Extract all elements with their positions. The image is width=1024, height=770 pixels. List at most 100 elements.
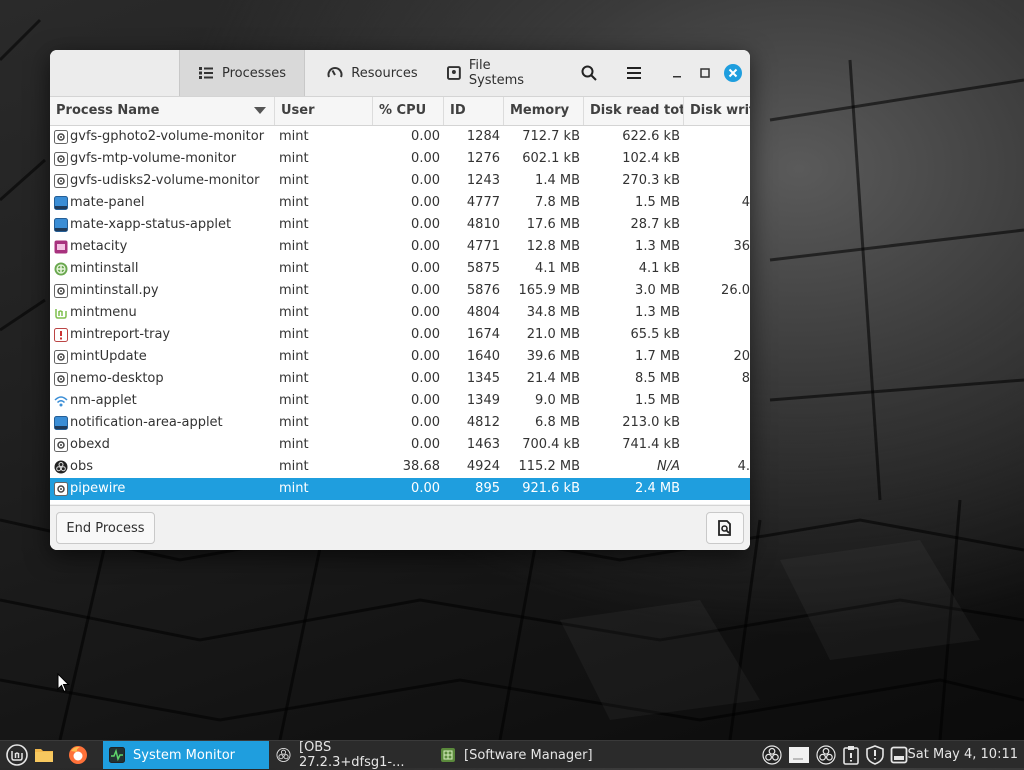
tray-obs-2[interactable] — [814, 741, 838, 769]
process-user: mint — [279, 481, 309, 496]
process-disk-read: 1.3 MB — [635, 305, 680, 320]
column-label: Process Name — [56, 103, 160, 118]
column-id[interactable]: ID — [444, 97, 504, 125]
software-manager-icon — [54, 262, 68, 276]
process-id: 5875 — [466, 261, 500, 276]
software-manager-icon — [441, 748, 455, 762]
process-name: gvfs-udisks2-volume-monitor — [70, 173, 260, 188]
process-memory: 39.6 MB — [526, 349, 580, 364]
process-cpu: 0.00 — [411, 173, 440, 188]
process-row[interactable]: metacity mint 0.00 4771 12.8 MB 1.3 MB 36 — [50, 236, 750, 258]
process-disk-read: 1.5 MB — [635, 195, 680, 210]
tab-resources[interactable]: Resources — [310, 50, 435, 96]
process-memory: 4.1 MB — [535, 261, 580, 276]
tray-notes[interactable] — [787, 741, 811, 769]
panel-icon — [54, 218, 68, 232]
gear-icon — [54, 482, 68, 496]
process-user: mint — [279, 261, 309, 276]
process-user: mint — [279, 283, 309, 298]
tray-obs-1[interactable] — [760, 741, 784, 769]
process-properties-button[interactable] — [706, 512, 744, 544]
shield-icon — [866, 745, 884, 765]
process-row[interactable]: mate-xapp-status-applet mint 0.00 4810 17.6 … — [50, 214, 750, 236]
process-id: 4812 — [466, 415, 500, 430]
mint-menu-icon — [54, 306, 68, 320]
search-button[interactable] — [577, 61, 601, 85]
tab-resources-label: Resources — [351, 65, 418, 81]
process-row[interactable]: pipewire mint 0.00 895 921.6 kB 2.4 MB — [50, 478, 750, 500]
column-disk-write[interactable]: Disk write — [684, 97, 750, 125]
tab-processes[interactable]: Processes — [179, 50, 305, 96]
firefox-launcher[interactable] — [66, 741, 90, 769]
process-user: mint — [279, 239, 309, 254]
process-disk-read: 1.3 MB — [635, 239, 680, 254]
column-process-name[interactable]: Process Name — [50, 97, 275, 125]
process-row[interactable]: obexd mint 0.00 1463 700.4 kB 741.4 kB — [50, 434, 750, 456]
process-disk-read: N/A — [657, 459, 680, 474]
process-row[interactable]: nemo-desktop mint 0.00 1345 21.4 MB 8.5 MB 8 — [50, 368, 750, 390]
process-row[interactable]: mintUpdate mint 0.00 1640 39.6 MB 1.7 MB 20 — [50, 346, 750, 368]
process-id: 1349 — [466, 393, 500, 408]
tray-mintreport[interactable] — [840, 741, 862, 769]
process-id: 895 — [475, 481, 500, 496]
process-row[interactable]: mate-panel mint 0.00 4777 7.8 MB 1.5 MB 4 — [50, 192, 750, 214]
process-row[interactable]: gvfs-gphoto2-volume-monitor mint 0.00 1284 7… — [50, 126, 750, 148]
process-user: mint — [279, 305, 309, 320]
process-id: 1284 — [466, 129, 500, 144]
process-row[interactable]: obs mint 38.68 4924 115.2 MB N/A 4. — [50, 456, 750, 478]
minimize-button[interactable] — [665, 61, 689, 85]
files-launcher[interactable] — [33, 741, 55, 769]
end-process-button[interactable]: End Process — [56, 512, 155, 544]
tab-file-systems-label: File Systems — [468, 58, 525, 88]
process-disk-read: 8.5 MB — [635, 371, 680, 386]
taskbar-item-system-monitor[interactable]: System Monitor — [103, 741, 269, 769]
process-row[interactable]: mintinstall mint 0.00 5875 4.1 MB 4.1 kB — [50, 258, 750, 280]
maximize-button[interactable] — [693, 61, 717, 85]
process-user: mint — [279, 129, 309, 144]
taskbar-item-obs[interactable]: [OBS 27.2.3+dfsg1-... — [270, 740, 432, 770]
menu-button[interactable] — [622, 61, 646, 85]
close-button[interactable] — [721, 61, 745, 85]
gear-icon — [54, 130, 68, 144]
process-row[interactable]: mintmenu mint 0.00 4804 34.8 MB 1.3 MB — [50, 302, 750, 324]
process-cpu: 0.00 — [411, 129, 440, 144]
process-row[interactable]: mintreport-tray mint 0.00 1674 21.0 MB 65.5 k… — [50, 324, 750, 346]
process-cpu: 0.00 — [411, 217, 440, 232]
process-memory: 712.7 kB — [522, 129, 580, 144]
process-id: 4924 — [466, 459, 500, 474]
process-cpu: 0.00 — [411, 239, 440, 254]
process-user: mint — [279, 349, 309, 364]
folder-icon — [35, 749, 53, 762]
process-cpu: 0.00 — [411, 415, 440, 430]
column-cpu[interactable]: % CPU — [373, 97, 444, 125]
process-list: gvfs-gphoto2-volume-monitor mint 0.00 1284 7… — [50, 126, 750, 504]
process-row[interactable]: gvfs-mtp-volume-monitor mint 0.00 1276 602.1… — [50, 148, 750, 170]
column-memory[interactable]: Memory — [504, 97, 584, 125]
tray-update-manager[interactable] — [864, 741, 886, 769]
gear-icon — [54, 438, 68, 452]
process-cpu: 0.00 — [411, 393, 440, 408]
taskbar-item-software-manager[interactable]: [Software Manager] — [434, 741, 594, 769]
process-name: mate-panel — [70, 195, 145, 210]
process-row[interactable]: notification-area-applet mint 0.00 4812 6.8 … — [50, 412, 750, 434]
mint-menu-button[interactable] — [4, 741, 30, 769]
clock[interactable]: Sat May 4, 10:11 — [908, 741, 1018, 769]
column-user[interactable]: User — [275, 97, 373, 125]
gear-icon — [54, 174, 68, 188]
process-disk-write — [686, 148, 750, 170]
task-label: System Monitor — [133, 747, 236, 763]
process-name: mintreport-tray — [70, 327, 171, 342]
process-id: 5876 — [466, 283, 500, 298]
process-row[interactable]: gvfs-udisks2-volume-monitor mint 0.00 1243 1… — [50, 170, 750, 192]
process-disk-write: 26.0 — [721, 283, 750, 298]
firefox-icon — [69, 746, 87, 764]
process-row[interactable]: nm-applet mint 0.00 1349 9.0 MB 1.5 MB — [50, 390, 750, 412]
process-memory: 602.1 kB — [522, 151, 580, 166]
process-memory: 921.6 kB — [522, 481, 580, 496]
process-row[interactable]: mintinstall.py mint 0.00 5876 165.9 MB 3.0 MB… — [50, 280, 750, 302]
tab-file-systems[interactable]: File Systems — [435, 50, 561, 96]
process-memory: 9.0 MB — [535, 393, 580, 408]
process-name: obs — [70, 459, 93, 474]
process-memory: 7.8 MB — [535, 195, 580, 210]
column-disk-read-total[interactable]: Disk read total — [584, 97, 684, 125]
